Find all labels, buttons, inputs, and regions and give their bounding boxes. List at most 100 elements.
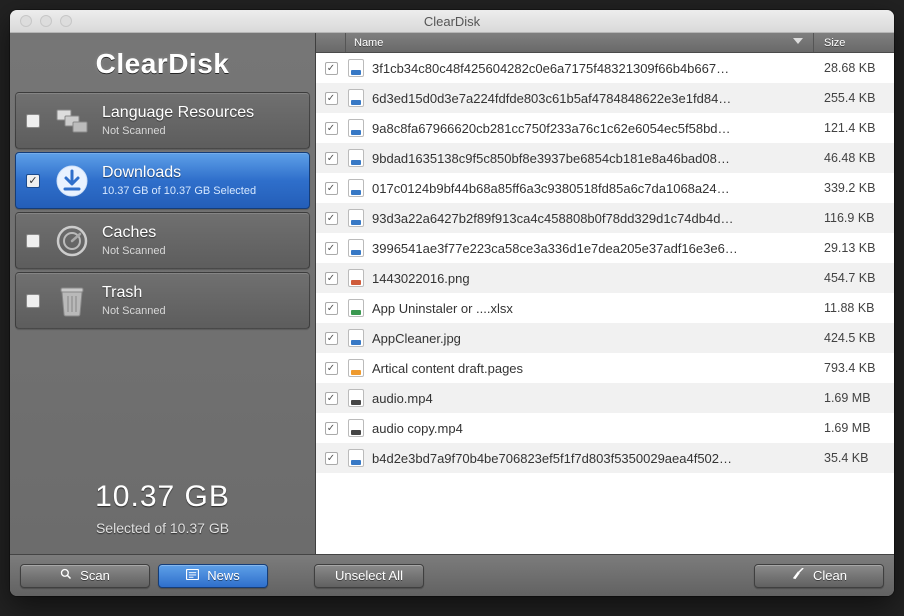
row-checkbox[interactable]: ✓ [316, 212, 346, 225]
scan-label: Scan [80, 568, 110, 583]
header-checkbox-col[interactable] [316, 33, 346, 52]
category-language-resources[interactable]: Language Resources Not Scanned [15, 92, 310, 149]
category-checkbox[interactable] [26, 234, 40, 248]
file-name: 9a8c8fa67966620cb281cc750f233a76c1c62e60… [372, 121, 814, 136]
scan-button[interactable]: Scan [20, 564, 150, 588]
file-area: Name Size ✓ 3f1cb34c80c48f425604282c0e6a7… [316, 33, 894, 554]
clean-label: Clean [813, 568, 847, 583]
row-checkbox[interactable]: ✓ [316, 392, 346, 405]
file-name: 6d3ed15d0d3e7a224fdfde803c61b5af47848486… [372, 91, 814, 106]
download-icon [52, 161, 92, 201]
broom-icon [791, 568, 805, 583]
table-row[interactable]: ✓ 3f1cb34c80c48f425604282c0e6a7175f483213… [316, 53, 894, 83]
table-row[interactable]: ✓ 9bdad1635138c9f5c850bf8e3937be6854cb181… [316, 143, 894, 173]
file-table-header: Name Size [316, 33, 894, 53]
app-window: ClearDisk ClearDisk Language ResourcesNo… [10, 10, 894, 596]
header-name-col[interactable]: Name [346, 33, 814, 52]
category-checkbox[interactable] [26, 114, 40, 128]
news-icon [186, 569, 199, 583]
table-row[interactable]: ✓Artical content draft.pages793.4 KB [316, 353, 894, 383]
row-checkbox[interactable]: ✓ [316, 92, 346, 105]
row-checkbox[interactable]: ✓ [316, 182, 346, 195]
row-checkbox[interactable]: ✓ [316, 302, 346, 315]
clean-button[interactable]: Clean [754, 564, 884, 588]
category-title: Trash [102, 283, 166, 302]
minimize-window-button[interactable] [40, 15, 52, 27]
category-downloads[interactable]: ✓ Downloads 10.37 GB of 10.37 GB Selected [15, 152, 310, 209]
file-name: 9bdad1635138c9f5c850bf8e3937be6854cb181e… [372, 151, 814, 166]
row-checkbox[interactable]: ✓ [316, 272, 346, 285]
table-row[interactable]: ✓93d3a22a6427b2f89f913ca4c458808b0f78dd3… [316, 203, 894, 233]
file-type-pages-icon [346, 358, 366, 378]
row-checkbox[interactable]: ✓ [316, 452, 346, 465]
category-trash[interactable]: Trash Not Scanned [15, 272, 310, 329]
titlebar[interactable]: ClearDisk [10, 10, 894, 33]
file-type-mp4-icon [346, 418, 366, 438]
row-checkbox[interactable]: ✓ [316, 422, 346, 435]
row-checkbox[interactable]: ✓ [316, 332, 346, 345]
file-type-jpeg-icon [346, 238, 366, 258]
file-type-mp4-icon [346, 388, 366, 408]
file-name: 017c0124b9bf44b68a85ff6a3c9380518fd85a6c… [372, 181, 814, 196]
file-size: 339.2 KB [814, 181, 894, 195]
category-checkbox[interactable] [26, 294, 40, 308]
table-row[interactable]: ✓ 1443022016.png454.7 KB [316, 263, 894, 293]
file-name: AppCleaner.jpg [372, 331, 814, 346]
bottom-toolbar: Scan News Unselect All Clean [10, 554, 894, 596]
search-icon [60, 568, 72, 583]
file-size: 35.4 KB [814, 451, 894, 465]
row-checkbox[interactable]: ✓ [316, 122, 346, 135]
file-size: 29.13 KB [814, 241, 894, 255]
table-row[interactable]: ✓ 6d3ed15d0d3e7a224fdfde803c61b5af4784848… [316, 83, 894, 113]
table-row[interactable]: ✓audio copy.mp41.69 MB [316, 413, 894, 443]
category-title: Language Resources [102, 103, 254, 122]
unselect-all-label: Unselect All [335, 568, 403, 583]
row-checkbox[interactable]: ✓ [316, 242, 346, 255]
table-row[interactable]: ✓ 3996541ae3f77e223ca58ce3a336d1e7dea205e… [316, 233, 894, 263]
category-subtitle: Not Scanned [102, 125, 254, 138]
close-window-button[interactable] [20, 15, 32, 27]
row-checkbox[interactable]: ✓ [316, 362, 346, 375]
header-size-label: Size [824, 37, 845, 49]
category-checkbox[interactable]: ✓ [26, 174, 40, 188]
news-button[interactable]: News [158, 564, 268, 588]
file-type-png-icon [346, 268, 366, 288]
file-type-jpeg-icon [346, 148, 366, 168]
file-type-jpeg-icon [346, 58, 366, 78]
table-row[interactable]: ✓ b4d2e3bd7a9f70b4be706823ef5f1f7d803f535… [316, 443, 894, 473]
trash-icon [52, 281, 92, 321]
file-size: 454.7 KB [814, 271, 894, 285]
flags-icon [52, 101, 92, 141]
file-name: 1443022016.png [372, 271, 814, 286]
gauge-icon [52, 221, 92, 261]
row-checkbox[interactable]: ✓ [316, 152, 346, 165]
category-subtitle: Not Scanned [102, 305, 166, 318]
table-row[interactable]: ✓audio.mp41.69 MB [316, 383, 894, 413]
file-size: 255.4 KB [814, 91, 894, 105]
file-name: 3996541ae3f77e223ca58ce3a336d1e7dea205e3… [372, 241, 814, 256]
file-size: 793.4 KB [814, 361, 894, 375]
header-size-col[interactable]: Size [814, 33, 894, 52]
category-subtitle: 10.37 GB of 10.37 GB Selected [102, 185, 256, 198]
file-name: b4d2e3bd7a9f70b4be706823ef5f1f7d803f5350… [372, 451, 814, 466]
selected-size: 10.37 GB [10, 480, 315, 514]
row-checkbox[interactable]: ✓ [316, 62, 346, 75]
table-row[interactable]: ✓ 9a8c8fa67966620cb281cc750f233a76c1c62e6… [316, 113, 894, 143]
file-type-jpeg-icon [346, 88, 366, 108]
table-row[interactable]: ✓App Uninstaler or ....xlsx11.88 KB [316, 293, 894, 323]
unselect-all-button[interactable]: Unselect All [314, 564, 424, 588]
file-type-jpeg-icon [346, 178, 366, 198]
category-subtitle: Not Scanned [102, 245, 166, 258]
sidebar: ClearDisk Language ResourcesNot Scanned✓… [10, 33, 316, 554]
category-caches[interactable]: CachesNot Scanned [15, 212, 310, 269]
file-type-jpeg-icon [346, 118, 366, 138]
file-size: 1.69 MB [814, 421, 894, 435]
file-rows: ✓ 3f1cb34c80c48f425604282c0e6a7175f483213… [316, 53, 894, 554]
table-row[interactable]: ✓ 017c0124b9bf44b68a85ff6a3c9380518fd85a6… [316, 173, 894, 203]
file-name: 3f1cb34c80c48f425604282c0e6a7175f4832130… [372, 61, 814, 76]
table-row[interactable]: ✓AppCleaner.jpg424.5 KB [316, 323, 894, 353]
zoom-window-button[interactable] [60, 15, 72, 27]
category-title: Downloads [102, 163, 256, 182]
file-size: 11.88 KB [814, 301, 894, 315]
file-size: 28.68 KB [814, 61, 894, 75]
